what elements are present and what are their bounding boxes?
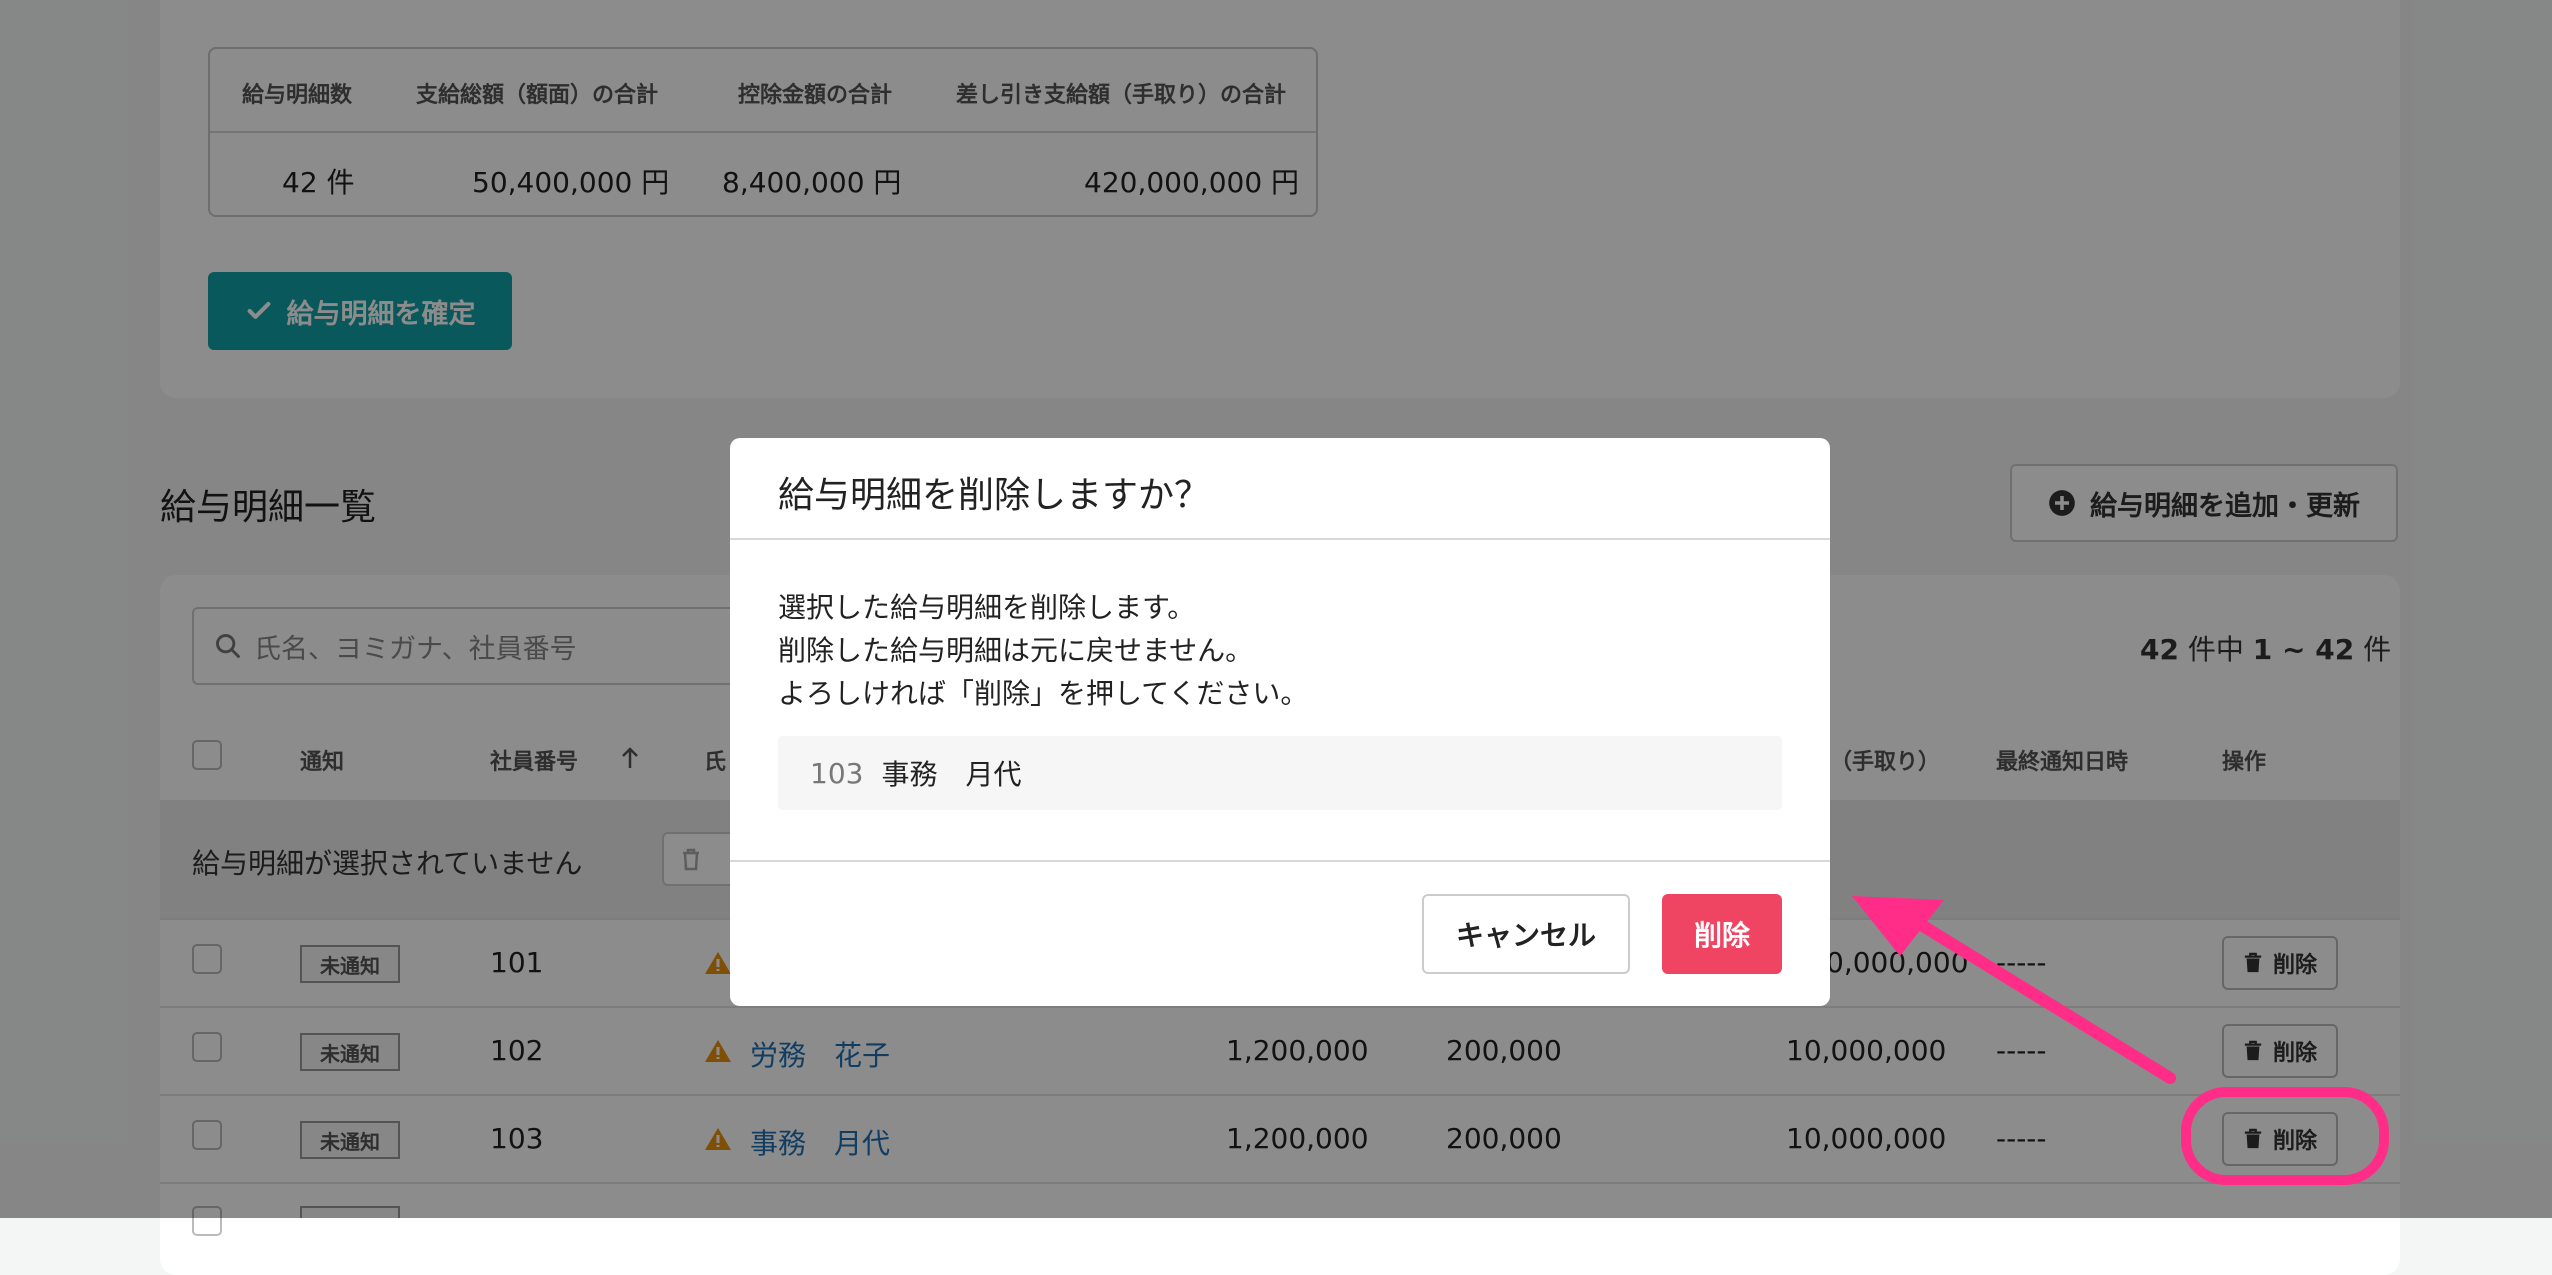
dialog-title: 給与明細を削除しますか？ [778, 475, 1211, 516]
delete-target: 103 事務 月代 [778, 736, 1782, 810]
dialog-message-line: 削除した給与明細は元に戻せません。 [778, 634, 1254, 667]
delete-confirm-dialog: 給与明細を削除しますか？ 選択した給与明細を削除します。 削除した給与明細は元に… [730, 438, 1830, 1006]
dialog-divider [730, 538, 1830, 540]
target-employee-no: 103 [810, 756, 864, 790]
cancel-button[interactable]: キャンセル [1422, 894, 1630, 974]
dialog-divider [730, 860, 1830, 862]
dialog-message: 選択した給与明細を削除します。 削除した給与明細は元に戻せません。 よろしければ… [778, 586, 1308, 715]
confirm-delete-button[interactable]: 削除 [1662, 894, 1782, 974]
dialog-message-line: 選択した給与明細を削除します。 [778, 591, 1196, 624]
dialog-message-line: よろしければ「削除」を押してください。 [778, 677, 1309, 710]
target-employee-name: 事務 月代 [881, 758, 1022, 791]
